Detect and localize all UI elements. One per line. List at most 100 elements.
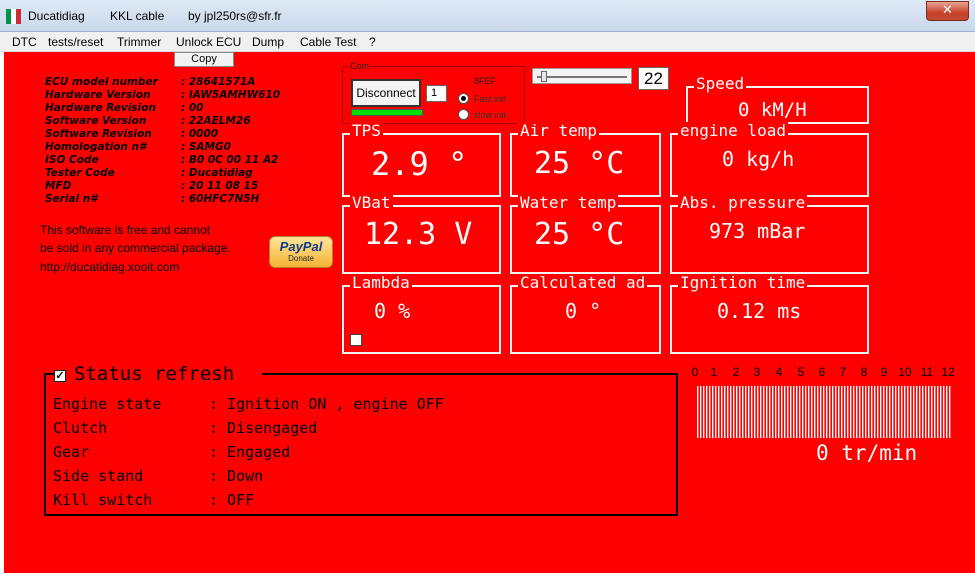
free-software-notice: be sold in any commercial package. [40,241,231,255]
rpm-segment [796,386,798,438]
speed-title: Speed [694,74,747,93]
slider-track [537,76,627,78]
menu-unlock-ecu[interactable]: Unlock ECU [176,35,241,49]
website-link[interactable]: http://ducatidiag.xooit.com [40,260,179,274]
tps-title: TPS [350,121,383,140]
info-row: ISO Code: B0 0C 00 11 A2 [45,154,279,166]
engine-load-title: engine load [678,121,788,140]
lambda-gauge: Lambda 0 % [342,274,501,354]
rpm-segment [739,386,741,438]
rpm-segment [931,386,933,438]
rpm-segment [730,386,732,438]
disconnect-button[interactable]: Disconnect [351,79,421,107]
rpm-segment [856,386,858,438]
menu-cable-test[interactable]: Cable Test [300,35,356,49]
rpm-segment [721,386,723,438]
paypal-donate-button[interactable]: PayPal Donate [269,236,333,268]
rpm-segment [934,386,936,438]
author-label: by jpl250rs@sfr.fr [188,9,282,23]
engine-load-value: 0 kg/h [722,147,795,171]
rpm-segment [895,386,897,438]
water-temp-value: 25 °C [534,217,625,252]
status-frame-line [262,373,676,375]
lambda-checkbox[interactable] [350,334,362,346]
vbat-title: VBat [350,193,393,212]
app-title: Ducatidiag [28,9,85,23]
slow-init-radio[interactable] [458,109,469,120]
title-bar: Ducatidiag KKL cable by jpl250rs@sfr.fr … [0,0,975,32]
rpm-segment [715,386,717,438]
rpm-segment [853,386,855,438]
rpm-segment [892,386,894,438]
rpm-segment [784,386,786,438]
engine-load-gauge: engine load 0 kg/h [670,122,869,197]
menu-tests-reset[interactable]: tests/reset [48,35,103,49]
rpm-segment [877,386,879,438]
status-refresh-checkbox[interactable]: ✓ [54,370,66,382]
refresh-slider[interactable] [532,68,632,84]
rpm-segment [697,386,699,438]
rpm-segment [904,386,906,438]
rpm-segment [751,386,753,438]
rpm-segment [778,386,780,438]
com-port-field[interactable]: 1 [426,85,447,102]
rpm-value: 0 tr/min [816,441,918,465]
rpm-segment [802,386,804,438]
slider-value: 22 [638,67,669,90]
info-row: Homologation n#: SAMG0 [45,141,231,153]
connection-status-bar [351,109,423,116]
rpm-segment [724,386,726,438]
rpm-segment [841,386,843,438]
rpm-segment [838,386,840,438]
cable-label: KKL cable [110,9,165,23]
rpm-segment [790,386,792,438]
air-temp-value: 25 °C [534,146,625,181]
vbat-value: 12.3 V [364,217,473,252]
info-row: Hardware Version: IAW5AMHW610 [45,89,281,101]
rpm-segment [775,386,777,438]
rpm-segment [760,386,762,438]
rpm-segment [763,386,765,438]
rpm-scale: 0 1 2 3 4 5 6 7 8 9 10 11 12 [692,365,964,379]
rpm-segment [910,386,912,438]
rpm-tick-label: 5 [797,365,805,379]
rpm-segment [733,386,735,438]
slider-thumb[interactable] [541,71,547,82]
rpm-segment [748,386,750,438]
status-frame-line [46,373,54,375]
rpm-segment [766,386,768,438]
rpm-segment [862,386,864,438]
info-row: Serial n#: 60HFC7N5H [45,193,260,205]
rpm-tick-label: 9 [880,365,888,379]
rpm-segment [820,386,822,438]
tps-value: 2.9 ° [371,145,468,183]
menu-help[interactable]: ? [369,35,376,49]
rpm-segment [712,386,714,438]
rpm-segment [706,386,708,438]
rpm-segment [916,386,918,438]
slow-init-label: slow init [474,110,507,120]
com-legend: Com [349,61,371,71]
close-window-button[interactable]: ✕ [926,1,969,21]
rpm-segment [799,386,801,438]
menu-trimmer[interactable]: Trimmer [117,35,161,49]
calculated-ad-value: 0 ° [565,299,602,323]
rpm-segment [907,386,909,438]
main-panel: Copy ECU model number: 28641571A Hardwar… [4,52,975,573]
copy-button[interactable]: Copy [174,52,234,67]
rpm-segment [787,386,789,438]
rpm-tick-label: 7 [839,365,847,379]
fast-init-radio[interactable] [458,93,469,104]
rpm-segment [940,386,942,438]
com-group: Com Disconnect 1 8FEF Fast init slow ini… [342,61,525,124]
lambda-title: Lambda [350,273,412,292]
italian-flag-icon [6,9,21,24]
rpm-segment [901,386,903,438]
calculated-ad-title: Calculated ad [518,273,648,292]
menu-dump[interactable]: Dump [252,35,284,49]
rpm-tick-label: 1 [710,365,718,379]
speed-value: 0 kM/H [738,99,807,121]
menu-dtc[interactable]: DTC [12,35,37,49]
info-row: Software Revision: 0000 [45,128,219,140]
rpm-segment [757,386,759,438]
